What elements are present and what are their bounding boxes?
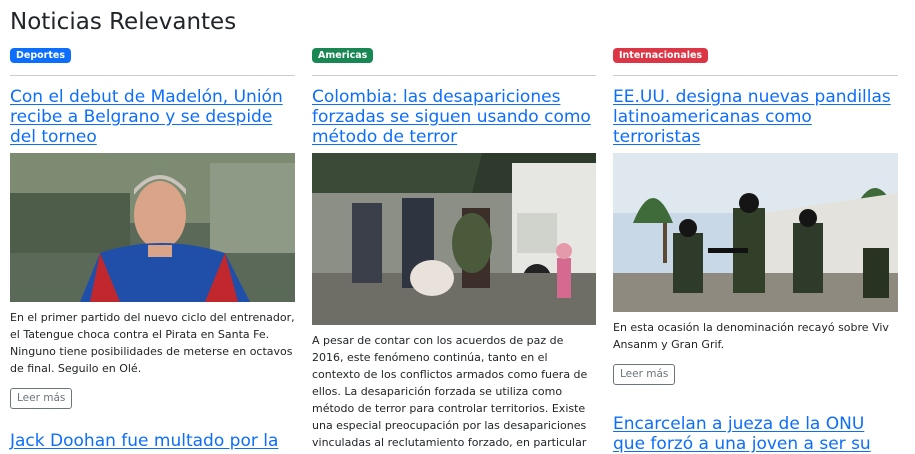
news-card-americas: Americas Colombia: las desapariciones fo… bbox=[312, 43, 596, 451]
divider bbox=[10, 75, 295, 76]
article-description: En esta ocasión la denominación recayó s… bbox=[613, 321, 889, 351]
read-more-button[interactable]: Leer más bbox=[10, 388, 73, 409]
category-badge: Americas bbox=[312, 48, 374, 63]
news-card-internacionales: Internacionales EE.UU. designa nuevas pa… bbox=[613, 43, 898, 454]
article-image[interactable] bbox=[312, 153, 596, 325]
divider bbox=[312, 75, 596, 76]
next-article-headline-link[interactable]: Jack Doohan fue multado por la bbox=[10, 431, 295, 451]
read-more-button[interactable]: Leer más bbox=[613, 364, 676, 385]
article-headline-link[interactable]: Con el debut de Madelón, Unión recibe a … bbox=[10, 87, 295, 147]
category-badge: Internacionales bbox=[613, 48, 709, 63]
article-description: A pesar de contar con los acuerdos de pa… bbox=[312, 334, 588, 449]
article-headline-link[interactable]: EE.UU. designa nuevas pandillas latinoam… bbox=[613, 87, 898, 147]
category-badge: Deportes bbox=[10, 48, 71, 63]
article-headline-link[interactable]: Colombia: las desapariciones forzadas se… bbox=[312, 87, 596, 147]
page-title: Noticias Relevantes bbox=[10, 9, 237, 35]
article-image[interactable] bbox=[10, 153, 295, 302]
article-description: En el primer partido del nuevo ciclo del… bbox=[10, 311, 295, 375]
article-image[interactable] bbox=[613, 153, 898, 312]
news-card-deportes: Deportes Con el debut de Madelón, Unión … bbox=[10, 43, 295, 451]
next-article-headline-link[interactable]: Encarcelan a jueza de la ONU que forzó a… bbox=[613, 414, 898, 454]
divider bbox=[613, 75, 898, 76]
